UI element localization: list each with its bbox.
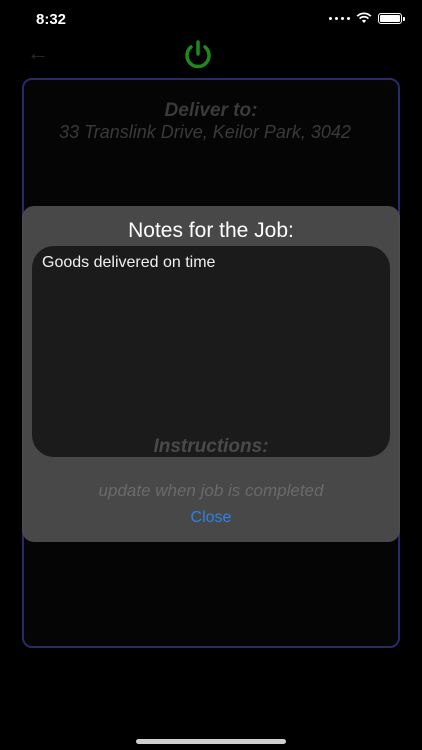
notes-text: Goods delivered on time [42,254,216,271]
instructions-heading: Instructions: [153,436,269,457]
delivery-address: 33 Translink Drive, Keilor Park, 3042 [59,122,351,142]
modal-title: Notes for the Job: [128,219,294,242]
status-indicators [329,12,405,24]
wifi-icon [356,12,372,23]
status-time: 8:32 [36,11,67,28]
deliver-to-heading: Deliver to: [164,100,258,121]
close-button[interactable]: Close [161,509,261,527]
cellular-signal-icon [329,16,350,20]
power-icon[interactable] [181,38,215,72]
notes-text-area[interactable]: Goods delivered on time [32,246,390,457]
battery-icon [378,12,405,24]
notes-modal: Notes for the Job: ✓ ✕ Goods delivered o… [22,206,400,542]
instructions-text: update when job is completed [98,481,324,500]
status-bar: 8:32 [0,0,422,40]
home-indicator[interactable] [136,739,286,744]
back-arrow-icon[interactable]: ← [27,42,49,64]
